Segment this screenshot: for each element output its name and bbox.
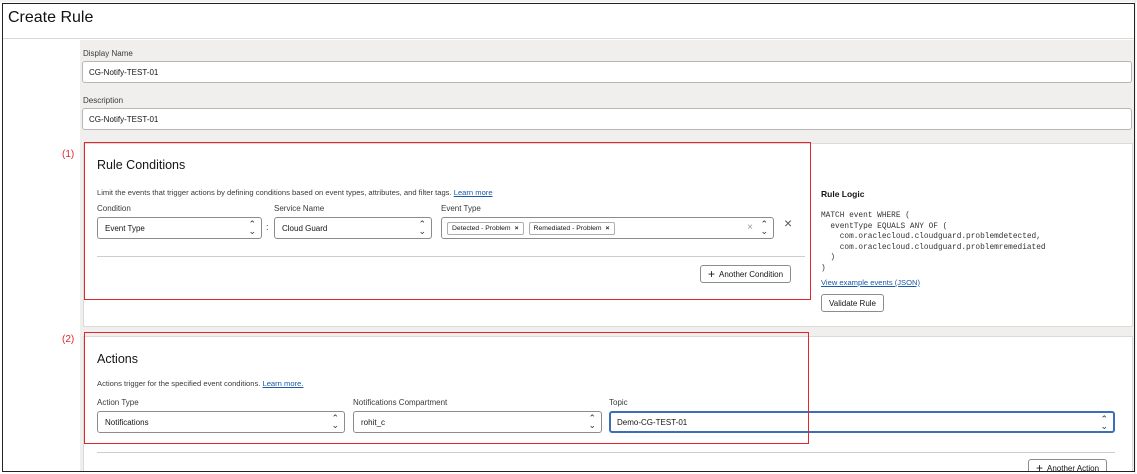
another-action-label: Another Action [1047,464,1100,472]
actions-divider [97,452,1115,453]
page-title: Create Rule [8,9,94,26]
description-label: Description [83,96,124,105]
display-name-input[interactable]: CG-Notify-TEST-01 [82,61,1132,83]
annotation-box-rule-conditions [84,142,811,300]
view-example-events-link[interactable]: View example events (JSON) [821,278,920,287]
annotation-marker-2: (2) [62,334,75,345]
annotation-box-actions [84,332,809,444]
another-action-button[interactable]: + Another Action [1028,459,1108,472]
create-rule-window: Create Rule Display Name CG-Notify-TEST-… [2,3,1135,472]
description-input[interactable]: CG-Notify-TEST-01 [82,108,1132,130]
rule-logic-title: Rule Logic [821,189,865,199]
display-name-label: Display Name [83,49,133,58]
plus-icon: + [1036,461,1044,472]
title-divider [3,38,1134,39]
updown-chevron-icon: ⌃ ⌄ [1100,414,1108,431]
rule-logic-code: MATCH event WHERE ( eventType EQUALS ANY… [821,212,1046,273]
validate-rule-button[interactable]: Validate Rule [821,294,884,312]
annotation-marker-1: (1) [62,149,75,160]
